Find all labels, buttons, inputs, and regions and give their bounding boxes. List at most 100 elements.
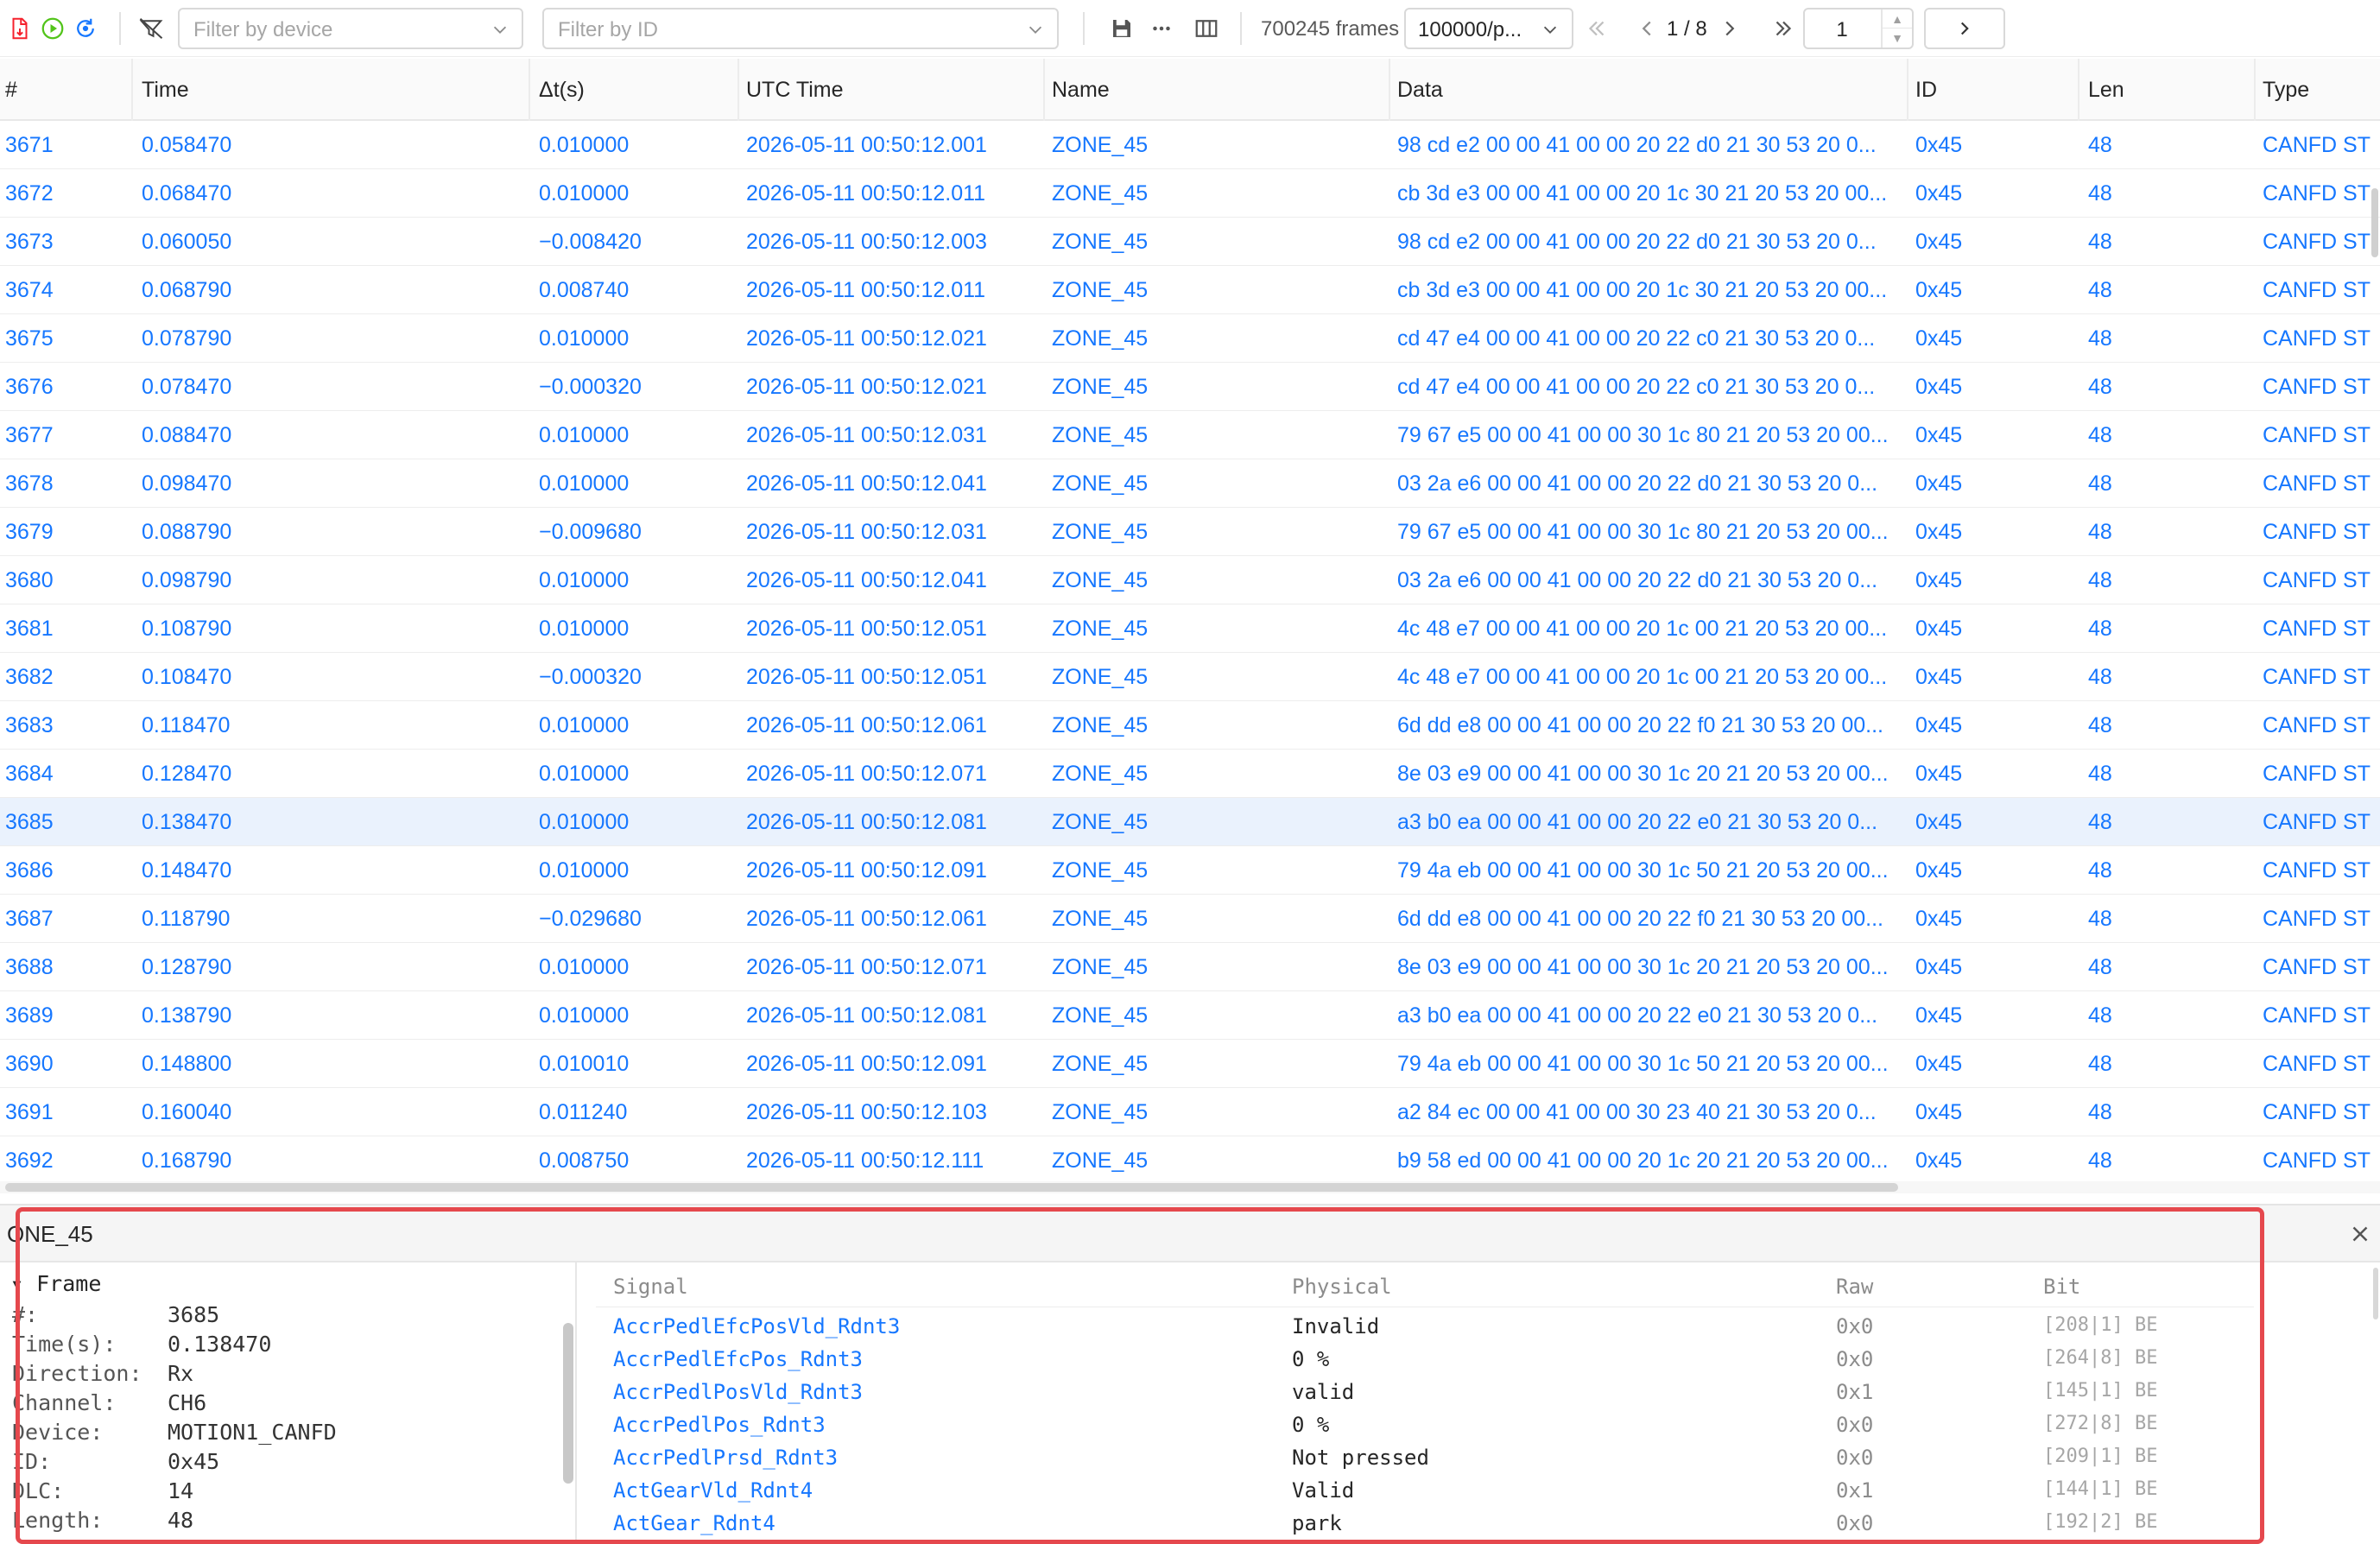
frame-section-toggle[interactable]: ▾ Frame — [10, 1271, 101, 1296]
column-header-time[interactable]: Time — [133, 59, 530, 121]
table-row[interactable]: 3690 0.148800 0.010010 2026-05-11 00:50:12.… — [0, 1040, 2380, 1088]
table-row[interactable]: 3674 0.068790 0.008740 2026-05-11 00:50:12.… — [0, 266, 2380, 314]
table-row[interactable]: 3676 0.078470 −0.000320 2026-05-11 00:50:12… — [0, 363, 2380, 411]
signal-name[interactable]: AccrPedlEfcPos_Rdnt3 — [613, 1347, 863, 1371]
column-header-utc-time[interactable]: UTC Time — [739, 59, 1045, 121]
table-row[interactable]: 3682 0.108470 −0.000320 2026-05-11 00:50:12… — [0, 653, 2380, 701]
table-row[interactable]: 3680 0.098790 0.010000 2026-05-11 00:50:12.… — [0, 556, 2380, 604]
column-header-id[interactable]: ID — [1908, 59, 2079, 121]
signal-row[interactable]: AccrPedlPosVld_Rdnt3 valid 0x1 [145|1] BE — [596, 1376, 2254, 1411]
table-row[interactable]: 3678 0.098470 0.010000 2026-05-11 00:50:12.… — [0, 459, 2380, 508]
signal-name[interactable]: AccrPedlEfcPosVld_Rdnt3 — [613, 1314, 900, 1338]
page-number-input[interactable]: 1 ▲ ▼ — [1803, 8, 1914, 49]
table-row[interactable]: 3684 0.128470 0.010000 2026-05-11 00:50:12.… — [0, 750, 2380, 798]
cell-type: CANFD ST — [2263, 762, 2371, 786]
cell-data: cd 47 e4 00 00 41 00 00 20 22 c0 21 30 5… — [1397, 326, 1876, 351]
save-icon[interactable] — [1109, 16, 1135, 41]
column-header-index[interactable]: # — [0, 59, 133, 121]
signal-name[interactable]: ActGearVld_Rdnt4 — [613, 1478, 813, 1503]
columns-icon[interactable] — [1193, 16, 1219, 41]
signal-row[interactable]: AccrPedlPos_Rdnt3 0 % 0x0 [272|8] BE — [596, 1409, 2254, 1444]
signal-row[interactable]: ActGearVld_Rdnt4 Valid 0x1 [144|1] BE — [596, 1475, 2254, 1509]
signal-raw: 0x0 — [1836, 1446, 1874, 1470]
signal-name[interactable]: AccrPedlPosVld_Rdnt3 — [613, 1380, 863, 1404]
table-row[interactable]: 3671 0.058470 0.010000 2026-05-11 00:50:12.… — [0, 121, 2380, 169]
table-row[interactable]: 3685 0.138470 0.010000 2026-05-11 00:50:12.… — [0, 798, 2380, 846]
page-size-select[interactable]: 100000/p... — [1404, 8, 1573, 49]
last-page-icon[interactable] — [1770, 16, 1796, 41]
signal-row[interactable]: AccrPedlEfcPos_Rdnt3 0 % 0x0 [264|8] BE — [596, 1344, 2254, 1378]
table-vertical-scrollbar[interactable] — [2371, 188, 2378, 257]
physical-column-header[interactable]: Physical — [1292, 1275, 1392, 1299]
table-horizontal-scrollbar[interactable] — [0, 1181, 2380, 1193]
stepper-down-icon[interactable]: ▼ — [1883, 28, 1912, 47]
cell-index: 3689 — [5, 1003, 54, 1028]
cell-len: 48 — [2088, 1149, 2112, 1173]
signal-name[interactable]: AccrPedlPrsd_Rdnt3 — [613, 1446, 838, 1470]
cell-delta-t: 0.010000 — [539, 471, 630, 496]
table-row[interactable]: 3689 0.138790 0.010000 2026-05-11 00:50:12.… — [0, 991, 2380, 1040]
sync-icon[interactable] — [73, 16, 98, 41]
table-row[interactable]: 3681 0.108790 0.010000 2026-05-11 00:50:12.… — [0, 604, 2380, 653]
id-filter-select[interactable]: Filter by ID — [542, 8, 1059, 49]
signal-table-scrollbar[interactable] — [2373, 1268, 2378, 1319]
signal-row[interactable]: AccrPedlEfcPosVld_Rdnt3 Invalid 0x0 [208|1]… — [596, 1311, 2254, 1345]
cell-time: 0.148800 — [142, 1052, 232, 1076]
signal-name[interactable]: AccrPedlPos_Rdnt3 — [613, 1413, 826, 1437]
table-row[interactable]: 3675 0.078790 0.010000 2026-05-11 00:50:12.… — [0, 314, 2380, 363]
cell-time: 0.068790 — [142, 278, 232, 302]
signal-column-header[interactable]: Signal — [613, 1275, 688, 1299]
frame-field-value: 0x45 — [168, 1449, 220, 1474]
cell-id: 0x45 — [1915, 955, 1963, 979]
column-header-len[interactable]: Len — [2079, 59, 2256, 121]
table-row[interactable]: 3686 0.148470 0.010000 2026-05-11 00:50:12.… — [0, 846, 2380, 895]
table-row[interactable]: 3683 0.118470 0.010000 2026-05-11 00:50:12.… — [0, 701, 2380, 750]
go-page-button[interactable] — [1924, 8, 2005, 49]
signal-name[interactable]: ActGear_Rdnt4 — [613, 1511, 775, 1535]
bit-column-header[interactable]: Bit — [2043, 1275, 2080, 1299]
export-icon[interactable] — [7, 16, 33, 41]
cell-type: CANFD ST — [2263, 713, 2371, 737]
prev-page-icon[interactable] — [1634, 16, 1660, 41]
first-page-icon[interactable] — [1584, 16, 1610, 41]
cell-len: 48 — [2088, 858, 2112, 883]
cell-type: CANFD ST — [2263, 326, 2371, 351]
play-icon[interactable] — [40, 16, 66, 41]
table-row[interactable]: 3688 0.128790 0.010000 2026-05-11 00:50:12.… — [0, 943, 2380, 991]
more-icon[interactable] — [1149, 16, 1174, 41]
page-stepper[interactable]: ▲ ▼ — [1881, 9, 1912, 47]
cell-len: 48 — [2088, 762, 2112, 786]
table-row[interactable]: 3692 0.168790 0.008750 2026-05-11 00:50:12.… — [0, 1136, 2380, 1174]
raw-column-header[interactable]: Raw — [1836, 1275, 1873, 1299]
table-row[interactable]: 3679 0.088790 −0.009680 2026-05-11 00:50:12… — [0, 508, 2380, 556]
table-row[interactable]: 3691 0.160040 0.011240 2026-05-11 00:50:12.… — [0, 1088, 2380, 1136]
stepper-up-icon[interactable]: ▲ — [1883, 9, 1912, 28]
table-row[interactable]: 3677 0.088470 0.010000 2026-05-11 00:50:12.… — [0, 411, 2380, 459]
cell-delta-t: −0.029680 — [539, 907, 642, 931]
cell-delta-t: −0.008420 — [539, 230, 642, 254]
table-row[interactable]: 3673 0.060050 −0.008420 2026-05-11 00:50:12… — [0, 218, 2380, 266]
cell-index: 3684 — [5, 762, 54, 786]
table-row[interactable]: 3672 0.068470 0.010000 2026-05-11 00:50:12.… — [0, 169, 2380, 218]
column-header-type[interactable]: Type — [2256, 59, 2380, 121]
cell-index: 3685 — [5, 810, 54, 834]
clear-filter-icon[interactable] — [138, 16, 164, 41]
cell-len: 48 — [2088, 375, 2112, 399]
column-header-delta-t[interactable]: Δt(s) — [530, 59, 739, 121]
column-header-name[interactable]: Name — [1045, 59, 1390, 121]
frame-field: Channel: CH6 — [12, 1390, 206, 1415]
cell-name: ZONE_45 — [1052, 617, 1149, 641]
signal-physical: Not pressed — [1292, 1446, 1429, 1470]
table-row[interactable]: 3687 0.118790 −0.029680 2026-05-11 00:50:12… — [0, 895, 2380, 943]
signal-raw: 0x0 — [1836, 1347, 1874, 1371]
page-size-value: 100000/p... — [1418, 18, 1522, 41]
close-icon[interactable] — [2347, 1221, 2373, 1247]
signal-row[interactable]: ActGear_Rdnt4 park 0x0 [192|2] BE — [596, 1508, 2254, 1542]
next-page-icon[interactable] — [1717, 16, 1743, 41]
column-header-data[interactable]: Data — [1390, 59, 1908, 121]
device-filter-select[interactable]: Filter by device — [178, 8, 523, 49]
signal-row[interactable]: AccrPedlPrsd_Rdnt3 Not pressed 0x0 [209|1] … — [596, 1442, 2254, 1477]
frame-pane-scrollbar[interactable] — [563, 1323, 573, 1484]
cell-len: 48 — [2088, 471, 2112, 496]
frame-field-value: Rx — [168, 1361, 194, 1386]
